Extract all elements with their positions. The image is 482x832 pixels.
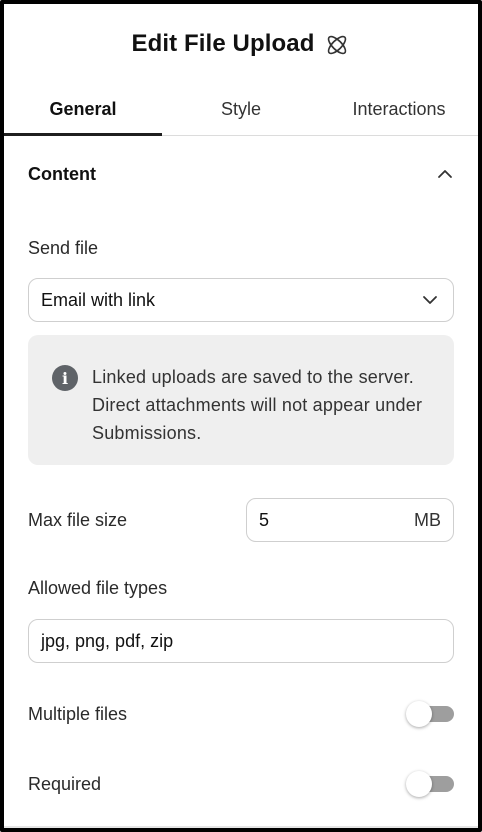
send-file-label: Send file — [28, 238, 99, 258]
required-toggle[interactable] — [406, 771, 454, 797]
max-file-size-label: Max file size — [28, 509, 128, 530]
tab-style[interactable]: Style — [162, 84, 320, 135]
toggle-knob — [406, 701, 432, 727]
multiple-files-toggle[interactable] — [406, 701, 454, 727]
section-title: Content — [28, 163, 96, 184]
tab-general[interactable]: General — [4, 84, 162, 136]
send-file-value: Email with link — [41, 289, 156, 310]
required-label: Required — [28, 773, 102, 794]
multiple-files-row: Multiple files — [28, 700, 454, 728]
content-area: Content Send file Email with link i Link… — [4, 137, 478, 828]
max-file-size-value: 5 — [259, 509, 270, 530]
panel-frame: Edit File Upload General Style Interacti… — [0, 0, 482, 832]
bottom-divider — [4, 826, 478, 828]
info-icon: i — [52, 365, 78, 391]
tab-bar: General Style Interactions — [4, 84, 478, 136]
required-row: Required — [28, 770, 454, 798]
info-note-text: Linked uploads are saved to the server. … — [92, 367, 423, 443]
panel-title: Edit File Upload — [131, 30, 315, 57]
multiple-files-label: Multiple files — [28, 703, 128, 724]
tab-interactions[interactable]: Interactions — [320, 84, 478, 135]
send-file-select[interactable]: Email with link — [28, 278, 454, 322]
allowed-file-types-label: Allowed file types — [28, 578, 168, 598]
chevron-down-icon — [421, 291, 439, 309]
allowed-file-types-input[interactable]: jpg, png, pdf, zip — [28, 619, 454, 663]
max-file-size-row: Max file size 5 MB — [28, 498, 454, 542]
toggle-knob — [406, 771, 432, 797]
panel-header: Edit File Upload — [4, 4, 478, 84]
info-note: i Linked uploads are saved to the server… — [28, 335, 454, 465]
atom-icon — [324, 32, 350, 58]
chevron-up-icon[interactable] — [436, 165, 454, 183]
max-file-size-unit: MB — [414, 509, 441, 530]
max-file-size-input[interactable]: 5 MB — [246, 498, 454, 542]
content-section-header[interactable]: Content — [28, 159, 454, 189]
